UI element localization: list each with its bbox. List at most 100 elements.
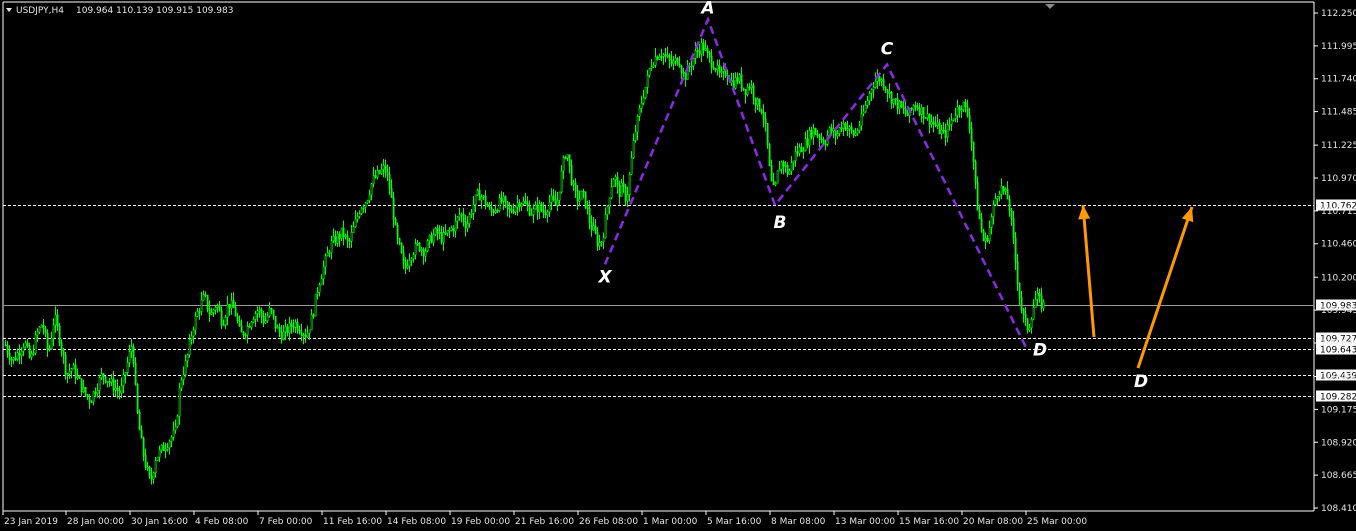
candle-body bbox=[854, 132, 857, 136]
candle-body bbox=[240, 325, 243, 333]
candle-body bbox=[206, 295, 209, 310]
candle-body bbox=[860, 113, 863, 127]
candle-body bbox=[456, 216, 459, 222]
candle-body bbox=[668, 55, 671, 60]
candle-body bbox=[618, 184, 621, 197]
candle-body bbox=[500, 197, 503, 202]
candle-body bbox=[978, 210, 981, 220]
candle-body bbox=[310, 314, 313, 331]
candle-body bbox=[76, 376, 79, 379]
candle-body bbox=[958, 106, 961, 111]
candle-body bbox=[580, 190, 583, 200]
candle-body bbox=[528, 205, 531, 216]
candle-body bbox=[398, 238, 401, 244]
candle-body bbox=[710, 56, 713, 68]
candle-body bbox=[590, 222, 593, 231]
candle-body bbox=[806, 138, 809, 146]
candle-body bbox=[622, 182, 625, 187]
candle-body bbox=[994, 198, 997, 205]
candle-body bbox=[670, 59, 673, 65]
candle-body bbox=[366, 200, 369, 204]
candle-body bbox=[576, 190, 579, 202]
candle-body bbox=[330, 240, 333, 253]
x-tick-label: 23 Jan 2019 bbox=[4, 517, 58, 527]
pattern-point-x: X bbox=[597, 267, 612, 287]
candle-body bbox=[796, 151, 799, 154]
candle-body bbox=[1014, 237, 1017, 262]
y-tick-label: 109.175 bbox=[1321, 405, 1356, 415]
candle-body bbox=[1002, 185, 1005, 192]
candle-body bbox=[104, 376, 107, 383]
candle-body bbox=[424, 250, 427, 257]
candle-body bbox=[298, 330, 301, 333]
candle-body bbox=[924, 117, 927, 120]
candle-body bbox=[698, 50, 701, 55]
candle-body bbox=[658, 56, 661, 60]
candle-body bbox=[938, 122, 941, 134]
candle-body bbox=[174, 426, 177, 431]
candle-body bbox=[118, 390, 121, 394]
candle-body bbox=[454, 220, 457, 232]
candle-body bbox=[526, 203, 529, 207]
candle-body bbox=[882, 79, 885, 88]
x-tick-label: 19 Feb 00:00 bbox=[451, 517, 510, 527]
candle-body bbox=[78, 376, 81, 379]
candle-body bbox=[304, 334, 307, 338]
candle-body bbox=[148, 466, 151, 477]
candle-body bbox=[80, 378, 83, 392]
candle-body bbox=[758, 98, 761, 111]
candle-body bbox=[734, 77, 737, 89]
candle-body bbox=[172, 429, 175, 438]
candle-body bbox=[914, 105, 917, 108]
candle-body bbox=[252, 319, 255, 323]
candle-body bbox=[150, 475, 153, 480]
candle-body bbox=[592, 225, 595, 231]
candle-body bbox=[540, 203, 543, 211]
candle-body bbox=[986, 237, 989, 242]
candle-body bbox=[620, 182, 623, 197]
symbol-label: USDJPY,H4 bbox=[16, 6, 64, 16]
candle-body bbox=[496, 209, 499, 212]
candle-body bbox=[132, 346, 135, 364]
candle-body bbox=[314, 293, 317, 317]
candle-body bbox=[166, 447, 169, 450]
candle-body bbox=[910, 107, 913, 110]
candle-body bbox=[152, 472, 155, 480]
candle-body bbox=[100, 373, 103, 378]
candle-body bbox=[600, 241, 603, 244]
candle-body bbox=[134, 362, 137, 385]
candle-body bbox=[998, 193, 1001, 197]
candle-body bbox=[198, 311, 201, 313]
candle-body bbox=[740, 74, 743, 89]
candle-body bbox=[690, 65, 693, 68]
candle-body bbox=[450, 227, 453, 231]
candle-body bbox=[170, 436, 173, 442]
candle-body bbox=[36, 331, 39, 336]
candle-body bbox=[70, 368, 73, 372]
candle-body bbox=[232, 300, 235, 308]
candle-body bbox=[46, 332, 49, 350]
candle-body bbox=[546, 211, 549, 216]
candle-body bbox=[312, 314, 315, 317]
candle-body bbox=[486, 204, 489, 207]
candle-body bbox=[308, 329, 311, 334]
candle-body bbox=[764, 118, 767, 124]
candle-body bbox=[906, 112, 909, 116]
candle-body bbox=[32, 352, 35, 355]
candle-body bbox=[90, 401, 93, 404]
candle-body bbox=[414, 243, 417, 256]
candle-body bbox=[922, 107, 925, 119]
candle-body bbox=[430, 234, 433, 243]
candle-body bbox=[890, 91, 893, 104]
candle-body bbox=[980, 218, 983, 231]
candle-body bbox=[654, 56, 657, 66]
candle-body bbox=[582, 190, 585, 193]
price-chart[interactable]: 110.762109.983109.727109.643109.439109.2… bbox=[0, 0, 1356, 531]
pattern-point-c: C bbox=[881, 40, 894, 60]
candle-body bbox=[274, 315, 277, 329]
candle-body bbox=[472, 204, 475, 214]
candle-body bbox=[474, 194, 477, 205]
candle-body bbox=[146, 466, 149, 469]
candle-body bbox=[382, 165, 385, 170]
candle-body bbox=[220, 310, 223, 326]
